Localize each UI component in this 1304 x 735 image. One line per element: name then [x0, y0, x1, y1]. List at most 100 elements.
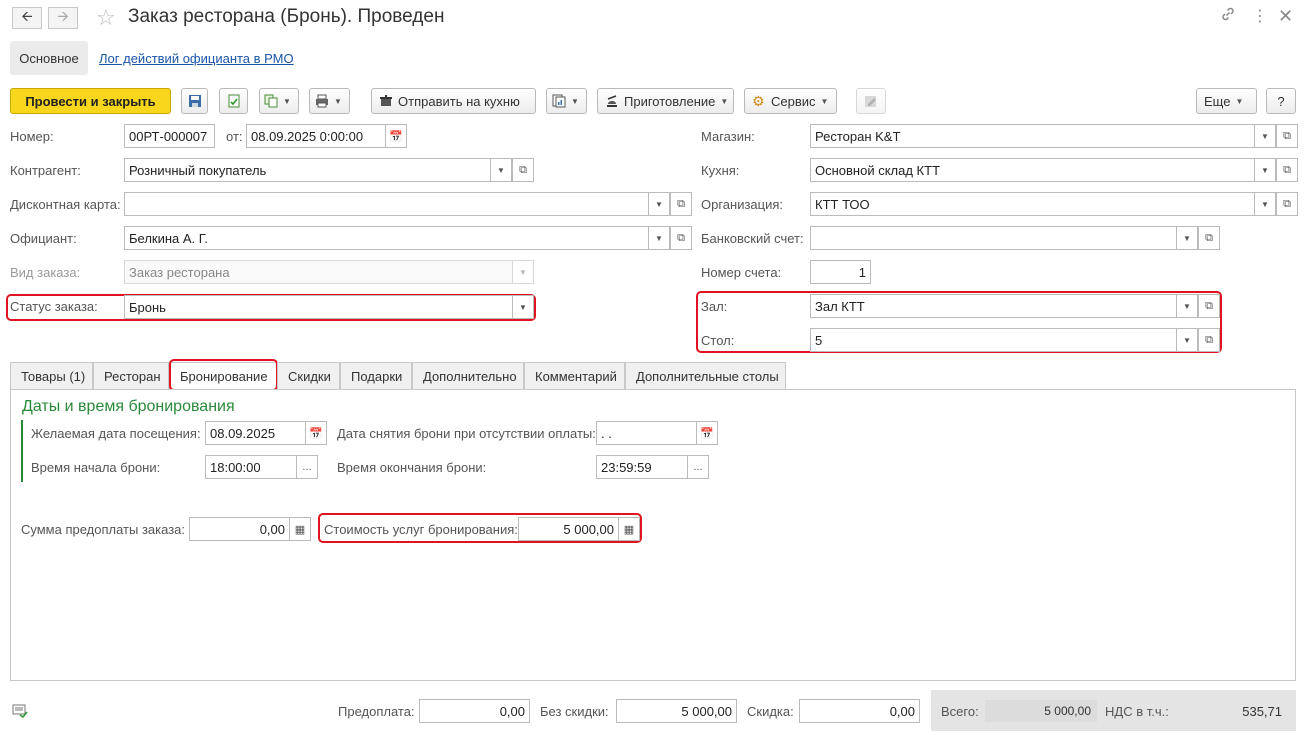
tab-discounts[interactable]: Скидки	[277, 362, 340, 389]
store-dropdown[interactable]: ▼	[1254, 124, 1276, 148]
prepayment-total-label: Предоплата:	[338, 704, 415, 719]
discount-card-label: Дисконтная карта:	[10, 197, 121, 212]
cancel-date-calendar-button[interactable]: 📅	[696, 421, 718, 445]
calendar-icon: 📅	[700, 427, 714, 440]
chevron-down-icon: ▼	[1183, 335, 1191, 345]
end-time-field[interactable]: 23:59:59	[596, 455, 688, 479]
messages-icon[interactable]	[12, 704, 28, 721]
post-and-close-button[interactable]: Провести и закрыть	[10, 88, 171, 114]
close-icon[interactable]: ✕	[1278, 6, 1293, 27]
bank-account-open-button[interactable]: ⧉	[1198, 226, 1220, 250]
tab-goods[interactable]: Товары (1)	[10, 362, 93, 389]
table-field[interactable]: 5	[810, 328, 1178, 352]
open-icon: ⧉	[677, 231, 685, 244]
tab-additional-tables[interactable]: Дополнительные столы	[625, 362, 786, 389]
start-time-field[interactable]: 18:00:00	[205, 455, 297, 479]
tab-main[interactable]: Основное	[10, 41, 88, 75]
arrow-left-icon: 🡨	[21, 8, 33, 24]
prepay-sum-field[interactable]: 0,00	[189, 517, 290, 541]
table-open-button[interactable]: ⧉	[1198, 328, 1220, 352]
save-button[interactable]	[181, 88, 208, 114]
create-based-on-button[interactable]: ▼	[259, 88, 299, 114]
date-field[interactable]: 08.09.2025 0:00:00	[246, 124, 386, 148]
page-title: Заказ ресторана (Бронь). Проведен	[128, 6, 445, 27]
counterparty-open-button[interactable]: ⧉	[512, 158, 534, 182]
booking-cost-field[interactable]: 5 000,00	[518, 517, 619, 541]
store-open-button[interactable]: ⧉	[1276, 124, 1298, 148]
order-type-label: Вид заказа:	[10, 265, 81, 280]
counterparty-dropdown[interactable]: ▼	[490, 158, 512, 182]
chevron-down-icon: ▼	[1183, 301, 1191, 311]
gear-icon: ⚙	[752, 93, 765, 109]
end-time-select-button[interactable]: ...	[687, 455, 709, 479]
kitchen-open-button[interactable]: ⧉	[1276, 158, 1298, 182]
bank-account-field[interactable]	[810, 226, 1178, 250]
kitchen-field[interactable]: Основной склад КТТ	[810, 158, 1256, 182]
chevron-down-icon: ▼	[1261, 131, 1269, 141]
cancel-date-field[interactable]: . .	[596, 421, 697, 445]
table-dropdown[interactable]: ▼	[1176, 328, 1198, 352]
kitchen-dropdown[interactable]: ▼	[1254, 158, 1276, 182]
post-button[interactable]	[219, 88, 248, 114]
tab-restaurant[interactable]: Ресторан	[93, 362, 169, 389]
hall-field[interactable]: Зал КТТ	[810, 294, 1178, 318]
chevron-down-icon: ▼	[519, 302, 527, 312]
chevron-down-icon: ▼	[519, 267, 527, 277]
tab-additional[interactable]: Дополнительно	[412, 362, 524, 389]
send-to-kitchen-button[interactable]: Отправить на кухню	[371, 88, 536, 114]
number-field[interactable]: 00РТ-000007	[124, 124, 215, 148]
discount-card-dropdown[interactable]: ▼	[648, 192, 670, 216]
prepayment-total-field: 0,00	[419, 699, 530, 723]
counterparty-field[interactable]: Розничный покупатель	[124, 158, 492, 182]
print-button[interactable]: ▼	[309, 88, 350, 114]
waiter-field[interactable]: Белкина А. Г.	[124, 226, 650, 250]
visit-date-calendar-button[interactable]: 📅	[305, 421, 327, 445]
status-field[interactable]: Бронь	[124, 295, 514, 319]
visit-date-field[interactable]: 08.09.2025	[205, 421, 306, 445]
booking-cost-calculator-button[interactable]: ▦	[618, 517, 640, 541]
discount-card-open-button[interactable]: ⧉	[670, 192, 692, 216]
more-button[interactable]: Еще ▼	[1196, 88, 1257, 114]
organization-field[interactable]: КТТ ТОО	[810, 192, 1256, 216]
calendar-icon: 📅	[309, 427, 323, 440]
calendar-button[interactable]: 📅	[385, 124, 407, 148]
help-button[interactable]: ?	[1266, 88, 1296, 114]
service-label: Сервис	[771, 93, 816, 109]
store-field[interactable]: Ресторан K&T	[810, 124, 1256, 148]
open-icon: ⧉	[1283, 197, 1291, 210]
hall-dropdown[interactable]: ▼	[1176, 294, 1198, 318]
bank-account-dropdown[interactable]: ▼	[1176, 226, 1198, 250]
edit-icon	[864, 94, 878, 108]
tab-comment[interactable]: Комментарий	[524, 362, 625, 389]
cooking-pot-icon	[379, 94, 393, 108]
edit-button[interactable]	[856, 88, 886, 114]
start-time-select-button[interactable]: ...	[296, 455, 318, 479]
organization-label: Организация:	[701, 197, 784, 212]
reports-button[interactable]: ▼	[546, 88, 587, 114]
cooking-button[interactable]: Приготовление ▼	[597, 88, 734, 114]
hall-open-button[interactable]: ⧉	[1198, 294, 1220, 318]
back-button[interactable]: 🡨	[12, 7, 42, 29]
organization-dropdown[interactable]: ▼	[1254, 192, 1276, 216]
waiter-dropdown[interactable]: ▼	[648, 226, 670, 250]
invoice-number-field[interactable]: 1	[810, 260, 871, 284]
chevron-down-icon: ▼	[334, 96, 342, 106]
more-vertical-icon[interactable]: ⋮	[1252, 6, 1268, 26]
tab-gifts[interactable]: Подарки	[340, 362, 412, 389]
open-icon: ⧉	[677, 197, 685, 210]
waiter-log-link[interactable]: Лог действий официанта в РМО	[99, 51, 294, 66]
status-dropdown[interactable]: ▼	[512, 295, 534, 319]
open-icon: ⧉	[1283, 163, 1291, 176]
link-icon[interactable]	[1220, 6, 1236, 27]
organization-open-button[interactable]: ⧉	[1276, 192, 1298, 216]
reports-icon	[552, 94, 566, 108]
waiter-open-button[interactable]: ⧉	[670, 226, 692, 250]
forward-button[interactable]: 🡪	[48, 7, 78, 29]
service-button[interactable]: ⚙ Сервис ▼	[744, 88, 837, 114]
open-icon: ⧉	[1205, 231, 1213, 244]
calculator-icon: ▦	[623, 523, 635, 536]
star-icon[interactable]: ☆	[96, 5, 116, 31]
prepay-calculator-button[interactable]: ▦	[289, 517, 311, 541]
send-to-kitchen-label: Отправить на кухню	[398, 93, 520, 109]
discount-card-field[interactable]	[124, 192, 650, 216]
